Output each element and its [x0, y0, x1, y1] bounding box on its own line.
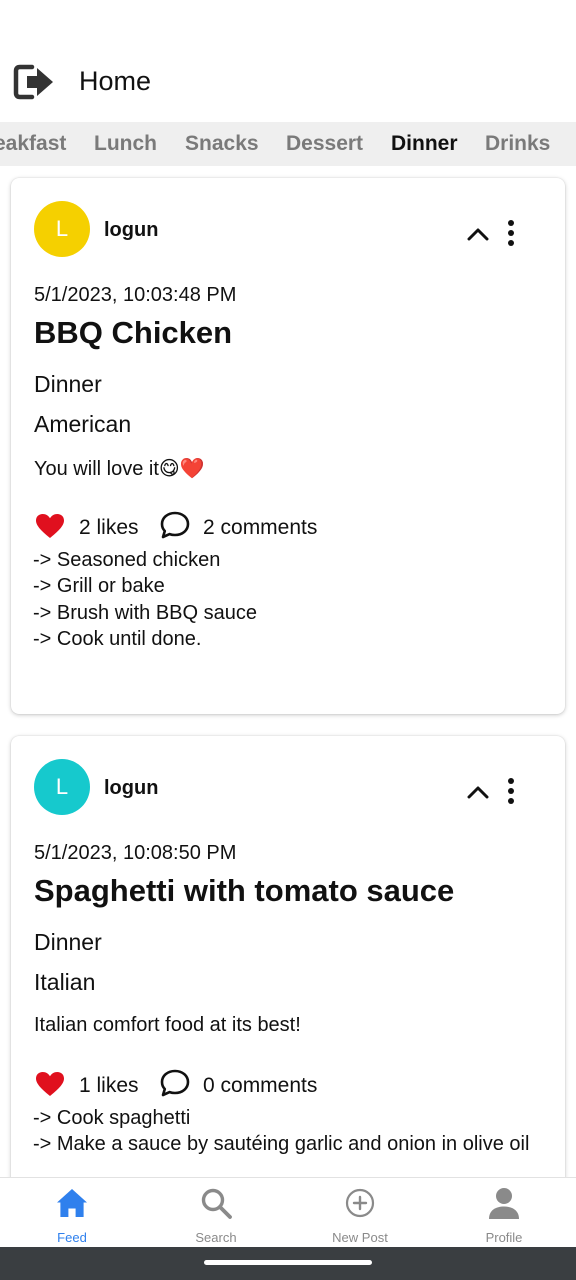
- tab-dessert[interactable]: Dessert: [286, 132, 363, 156]
- step-line: -> Make a sauce by sautéing garlic and o…: [33, 1133, 530, 1156]
- logout-icon[interactable]: [12, 62, 56, 102]
- avatar[interactable]: L: [34, 201, 90, 257]
- home-icon: [57, 1189, 87, 1217]
- nav-new-post[interactable]: New Post: [288, 1178, 432, 1248]
- nav-label: Feed: [57, 1230, 87, 1245]
- post-category: Dinner: [34, 929, 102, 955]
- tab-dinner[interactable]: Dinner: [391, 132, 458, 156]
- avatar[interactable]: L: [34, 759, 90, 815]
- nav-label: Profile: [485, 1230, 523, 1245]
- heart-icon[interactable]: [35, 513, 65, 539]
- comment-icon[interactable]: [159, 1068, 191, 1098]
- post-timestamp: 5/1/2023, 10:08:50 PM: [34, 842, 237, 864]
- chevron-up-icon[interactable]: [467, 785, 489, 799]
- likes-count: 2 likes: [79, 516, 139, 539]
- nav-profile[interactable]: Profile: [432, 1178, 576, 1248]
- post-title: BBQ Chicken: [34, 315, 233, 350]
- tab-breakfast[interactable]: eakfast: [0, 132, 66, 156]
- category-tabs: eakfast Lunch Snacks Dessert Dinner Drin…: [0, 122, 576, 166]
- person-icon: [489, 1188, 519, 1219]
- bottom-nav: Feed Search New Post Profile: [0, 1177, 576, 1247]
- post-cuisine: American: [34, 411, 132, 437]
- tab-drinks[interactable]: Drinks: [485, 132, 550, 156]
- step-line: -> Cook spaghetti: [33, 1107, 191, 1129]
- post-description: Italian comfort food at its best!: [34, 1014, 301, 1036]
- home-gesture-handle[interactable]: [204, 1260, 372, 1265]
- post-category: Dinner: [34, 371, 102, 397]
- post-steps: -> Seasoned chicken -> Grill or bake -> …: [33, 547, 533, 652]
- nav-label: New Post: [332, 1230, 388, 1245]
- nav-label: Search: [195, 1230, 237, 1245]
- post-description: You will love it😋❤️: [34, 458, 205, 480]
- post-username[interactable]: logun: [104, 219, 158, 242]
- post-cuisine: Italian: [34, 969, 96, 995]
- comments-count: 2 comments: [203, 516, 318, 539]
- heart-icon[interactable]: [35, 1071, 65, 1097]
- page-title: Home: [79, 66, 152, 96]
- nav-feed[interactable]: Feed: [0, 1178, 144, 1248]
- system-navigation-bar: [0, 1247, 576, 1280]
- comments-count: 0 comments: [203, 1074, 318, 1097]
- post-card: L logun 5/1/2023, 10:03:48 PM BBQ Chicke…: [11, 178, 565, 714]
- chevron-up-icon[interactable]: [467, 227, 489, 241]
- more-options-icon[interactable]: [505, 778, 517, 808]
- likes-count: 1 likes: [79, 1074, 139, 1097]
- add-circle-icon: [345, 1188, 375, 1218]
- step-line: -> Seasoned chicken: [33, 549, 221, 571]
- step-line: -> Cook until done.: [33, 627, 202, 650]
- app-bar: Home: [0, 0, 576, 122]
- feed-list: L logun 5/1/2023, 10:03:48 PM BBQ Chicke…: [0, 166, 576, 1177]
- post-title: Spaghetti with tomato sauce: [34, 873, 455, 908]
- step-line: -> Grill or bake: [33, 575, 165, 598]
- step-line: -> Brush with BBQ sauce: [33, 601, 257, 624]
- tab-lunch[interactable]: Lunch: [94, 132, 157, 156]
- post-timestamp: 5/1/2023, 10:03:48 PM: [34, 284, 237, 306]
- post-steps: -> Cook spaghetti -> Make a sauce by sau…: [33, 1105, 533, 1158]
- post-username[interactable]: logun: [104, 777, 158, 800]
- search-icon: [201, 1188, 232, 1219]
- tab-snacks[interactable]: Snacks: [185, 132, 259, 156]
- comment-icon[interactable]: [159, 510, 191, 540]
- more-options-icon[interactable]: [505, 220, 517, 250]
- post-card: L logun 5/1/2023, 10:08:50 PM Spaghetti …: [11, 736, 565, 1177]
- nav-search[interactable]: Search: [144, 1178, 288, 1248]
